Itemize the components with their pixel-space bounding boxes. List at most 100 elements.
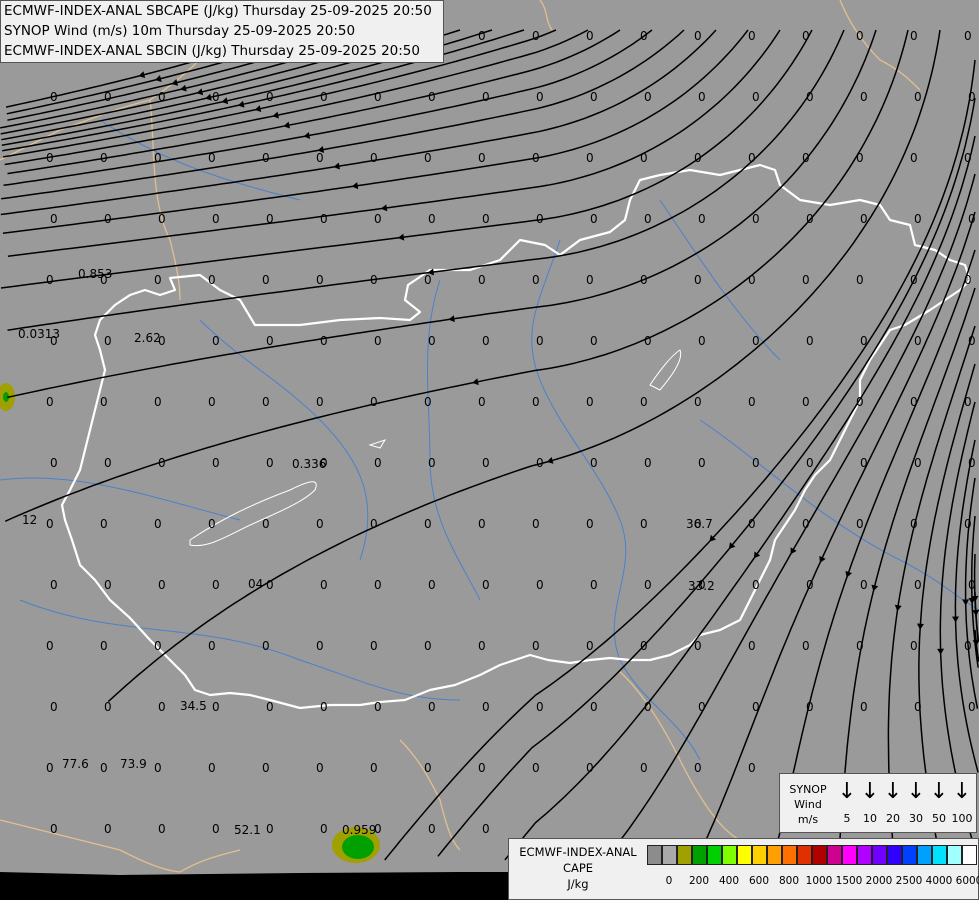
sbcin-value-label: 0 (212, 456, 220, 470)
sbcin-value-label: 0 (806, 334, 814, 348)
sbcin-value-label: 0 (154, 517, 162, 531)
sbcin-value-label: 0 (644, 456, 652, 470)
sbcin-value-label: 0 (806, 700, 814, 714)
sbcin-value-label: 0 (482, 822, 490, 836)
sbcin-value-label: 0 (640, 639, 648, 653)
cape-color-scale (647, 845, 977, 865)
sbcin-value-label: 0 (50, 90, 58, 104)
sbcape-value-label: 73.9 (120, 757, 147, 771)
sbcin-value-label: 0 (424, 639, 432, 653)
sbcin-value-label: 0 (964, 395, 972, 409)
sbcin-value-label: 0 (208, 151, 216, 165)
header-line-synop-wind: SYNOP Wind (m/s) 10m Thursday 25-09-2025… (4, 23, 356, 39)
sbcin-value-label: 0 (536, 212, 544, 226)
sbcin-value-label: 0 (536, 578, 544, 592)
cape-color-swatch (887, 845, 902, 865)
sbcin-value-label: 0 (752, 90, 760, 104)
sbcin-value-label: 0 (640, 761, 648, 775)
sbcin-value-label: 0 (266, 334, 274, 348)
sbcape-value-label: 0.959 (342, 823, 376, 837)
sbcin-value-label: 0 (856, 273, 864, 287)
sbcin-value-label: 0 (478, 395, 486, 409)
sbcin-value-label: 0 (266, 90, 274, 104)
sbcin-value-label: 0 (586, 639, 594, 653)
sbcin-value-label: 0 (644, 212, 652, 226)
sbcin-value-label: 0 (752, 578, 760, 592)
map-land-background (0, 0, 979, 900)
cape-legend: ECMWF-INDEX-ANAL CAPE J/kg 0 200 400 600 800… (508, 838, 979, 900)
cape-color-swatch (947, 845, 962, 865)
sbcin-value-label: 0 (262, 395, 270, 409)
sbcin-value-label: 0 (212, 212, 220, 226)
wind-legend-speed-label: 20 (886, 812, 900, 825)
sbcin-value-label: 0 (374, 334, 382, 348)
sbcin-value-label: 0 (748, 761, 756, 775)
sbcin-value-label: 0 (104, 334, 112, 348)
sbcape-value-label: 33.2 (688, 579, 715, 593)
sbcin-value-label: 0 (860, 334, 868, 348)
sbcin-value-label: 0 (586, 273, 594, 287)
sbcin-value-label: 0 (266, 700, 274, 714)
sbcin-value-label: 0 (968, 578, 976, 592)
sbcin-value-label: 0 (482, 90, 490, 104)
wind-legend-speed-label: 100 (951, 812, 973, 825)
sbcin-value-label: 0 (104, 578, 112, 592)
sbcin-value-label: 0 (532, 273, 540, 287)
cape-color-swatch (677, 845, 692, 865)
sbcin-value-label: 0 (914, 578, 922, 592)
wind-legend-speed-label: 30 (909, 812, 923, 825)
sbcin-value-label: 0 (532, 151, 540, 165)
sbcape-value-label: 34.5 (180, 699, 207, 713)
sbcin-value-label: 0 (424, 395, 432, 409)
wind-legend-item: ↓ 5 (836, 780, 858, 826)
sbcin-value-label: 0 (316, 517, 324, 531)
sbcin-value-label: 0 (370, 395, 378, 409)
weather-map[interactable]: 0 0 0 0 0 0 0 0 0 0 0 0 0 0 0 0 0 0 0 0 0 0 0 0 0 0 0 0 0 0 0 0 0 0 0 0 0 0 0 0… (0, 0, 979, 900)
sbcin-value-label: 0 (910, 395, 918, 409)
sbcin-value-label: 0 (478, 761, 486, 775)
sbcin-value-label: 0 (694, 639, 702, 653)
wind-legend-title: SYNOP Wind m/s (784, 782, 832, 827)
sbcin-value-label: 0 (694, 29, 702, 43)
sbcin-value-label: 0 (154, 639, 162, 653)
wind-legend-title-synop: SYNOP (789, 783, 827, 796)
wind-arrow-icon: ↓ (883, 779, 903, 804)
sbcin-value-label: 0 (262, 273, 270, 287)
cape-color-swatch (917, 845, 932, 865)
cape-color-swatch (692, 845, 707, 865)
sbcin-value-label: 0 (748, 395, 756, 409)
sbcin-value-label: 0 (478, 273, 486, 287)
sbcin-value-label: 0 (46, 273, 54, 287)
sbcin-value-label: 0 (154, 273, 162, 287)
sbcin-value-label: 0 (806, 456, 814, 470)
sbcin-value-label: 0 (860, 90, 868, 104)
sbcin-value-label: 0 (158, 700, 166, 714)
sbcin-value-label: 0 (316, 395, 324, 409)
cape-tick-label: 6000 (955, 875, 979, 887)
sbcin-value-label: 0 (860, 212, 868, 226)
sbcin-value-label: 0 (212, 90, 220, 104)
sbcin-value-label: 0 (478, 517, 486, 531)
sbcin-value-label: 0 (50, 212, 58, 226)
sbcin-value-label: 0 (590, 90, 598, 104)
sbcin-value-label: 0 (964, 29, 972, 43)
wind-arrow-icon: ↓ (906, 779, 926, 804)
cape-legend-title-model: ECMWF-INDEX-ANAL (519, 845, 637, 859)
sbcin-value-label: 0 (316, 273, 324, 287)
sbcin-value-label: 0 (532, 761, 540, 775)
sbcin-value-label: 0 (374, 90, 382, 104)
sbcin-value-label: 0 (964, 151, 972, 165)
wind-arrow-icon: ↓ (929, 779, 949, 804)
cape-color-swatch (662, 845, 677, 865)
cape-color-swatch (752, 845, 767, 865)
sbcin-value-label: 0 (320, 212, 328, 226)
sbcin-value-label: 0 (698, 456, 706, 470)
sbcin-value-label: 0 (370, 761, 378, 775)
sbcin-value-label: 0 (752, 334, 760, 348)
sbcin-value-label: 0 (46, 151, 54, 165)
wind-legend-item: ↓ 20 (882, 779, 904, 826)
sbcin-value-label: 0 (860, 700, 868, 714)
sbcin-value-label: 0 (46, 395, 54, 409)
sbcin-value-label: 0 (968, 212, 976, 226)
sbcin-value-label: 0 (320, 90, 328, 104)
